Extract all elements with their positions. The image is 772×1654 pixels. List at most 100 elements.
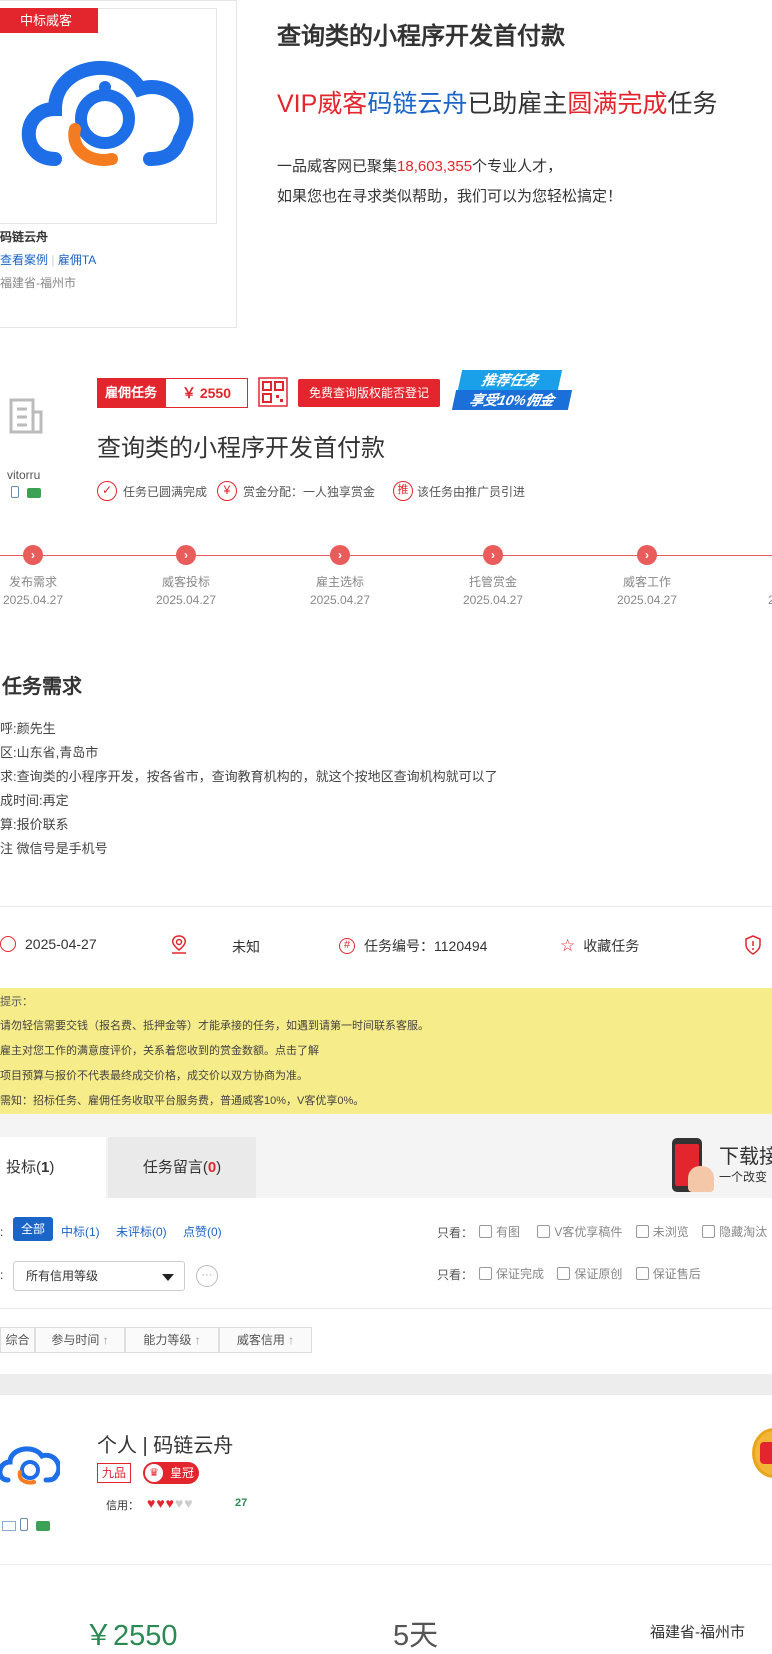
sort-composite[interactable]: 综合 — [0, 1327, 35, 1353]
step-chevron-icon: › — [483, 545, 503, 565]
bid-location: 福建省-福州市 — [650, 1624, 745, 1641]
step-chevron-icon: › — [330, 545, 350, 565]
filter-options-row1: 有图 V客优享稿件 未浏览 隐藏淘汰 — [479, 1223, 767, 1240]
recommend-line2: 享受10%佣金 — [451, 390, 573, 410]
step-chevron-icon: › — [637, 545, 657, 565]
option-unviewed[interactable]: 未浏览 — [635, 1225, 689, 1239]
download-title[interactable]: 下载接 — [719, 1140, 772, 1169]
check-circle-icon: ✓ — [97, 481, 117, 501]
hire-link[interactable]: 雇佣TA — [58, 253, 96, 267]
filter-all[interactable]: 全部 — [13, 1217, 53, 1241]
tab-bids-close: ) — [49, 1159, 55, 1176]
sort-ability[interactable]: 能力等级 ↑ — [125, 1327, 219, 1353]
filter-unrated[interactable]: 未评标(0) — [116, 1223, 167, 1240]
heart-icon: ♥ — [165, 1495, 175, 1511]
winner-logo[interactable] — [0, 8, 217, 224]
step-overflow: 2 — [768, 593, 772, 607]
filter-liked[interactable]: 点赞(0) — [183, 1223, 222, 1240]
step-label: 威客工作 — [622, 575, 671, 589]
bidder-name[interactable]: 个人 | 码链云舟 — [97, 1429, 233, 1458]
task-title: 查询类的小程序开发首付款 — [97, 435, 385, 462]
winner-badge: 中标威客 — [0, 8, 98, 33]
notice-line[interactable]: 雇主对您工作的满意度评价，关系着您收到的赏金数额。点击了解 — [0, 1042, 319, 1058]
option-has-image[interactable]: 有图 — [479, 1225, 520, 1239]
shield-icon[interactable] — [744, 935, 762, 960]
sort-credit-label: 威客信用 — [236, 1333, 285, 1347]
copyright-query-button[interactable]: 免费查询版权能否登记 — [298, 379, 440, 407]
option-guarantee-complete[interactable]: 保证完成 — [479, 1267, 544, 1281]
task-status-row: ✓ 任务已圆满完成 ¥ 赏金分配：一人独享赏金 推 该任务由推广员引进 — [97, 481, 525, 501]
favorite-task-button[interactable]: ☆ 收藏任务 — [560, 936, 639, 956]
sort-join-time-label: 参与时间 — [51, 1333, 100, 1347]
credit-select-value: 所有信用等级 — [26, 1269, 99, 1283]
cloud-logo-icon — [21, 61, 194, 166]
promo-name[interactable]: 码链云舟 — [367, 90, 467, 118]
tab-comments[interactable]: 任务留言(0) — [108, 1137, 256, 1198]
phone-verify-icon — [20, 1518, 28, 1531]
meta-task-no-block: # 任务编号：1120494 — [339, 936, 487, 956]
bidder-verify-icons — [2, 1518, 50, 1536]
more-icon[interactable]: ··· — [196, 1265, 218, 1287]
caret-down-icon — [162, 1274, 174, 1281]
promo-stat-prefix: 一品威客网已聚集 — [277, 158, 398, 175]
option-hide-eliminated[interactable]: 隐藏淘汰 — [702, 1225, 767, 1239]
notice-line: 项目预算与报价不代表最终成交价格，成交价以双方协商为准。 — [0, 1070, 308, 1082]
download-subtitle: 一个改变 — [719, 1170, 768, 1184]
task-amount: ￥ 2550 — [165, 378, 248, 408]
meta-date-block: 2025-04-27 — [0, 936, 97, 952]
tab-comments-close: ) — [216, 1159, 222, 1176]
requirement-line: 求:查询类的小程序开发，按各省市，查询教育机构的，就这个按地区查询机构就可以了 — [0, 769, 498, 784]
mobile-app-icon[interactable] — [664, 1136, 716, 1198]
heart-icon: ♥ — [147, 1495, 157, 1511]
requirement-line: 成时间:再定 — [0, 793, 69, 808]
card-verify-icon — [27, 488, 41, 498]
promo-task: 任务 — [667, 90, 718, 118]
requirements-heading: 任务需求 — [2, 676, 82, 698]
arrow-up-icon: ↑ — [288, 1333, 295, 1347]
option-vip-works[interactable]: V客优享稿件 — [537, 1225, 622, 1239]
divider — [0, 1308, 772, 1309]
divider — [0, 1564, 772, 1565]
divider — [0, 906, 772, 907]
tab-bids[interactable]: 投标(1) — [0, 1137, 106, 1198]
step-date: 2025.04.27 — [2, 593, 64, 607]
step-date: 2025.04.27 — [309, 593, 371, 607]
promo-stat-line2: 如果您也在寻求类似帮助，我们可以为您轻松搞定！ — [277, 188, 623, 205]
filter-options-row2: 保证完成 保证原创 保证售后 — [479, 1265, 701, 1282]
promo-wk: 威客 — [317, 90, 368, 118]
reward-distribution: 赏金分配：一人独享赏金 — [243, 484, 376, 499]
credit-label: 信用： — [106, 1500, 139, 1512]
crown-icon: ♛ — [145, 1464, 163, 1482]
qrcode-icon[interactable] — [258, 377, 288, 412]
sort-credit[interactable]: 威客信用 ↑ — [219, 1327, 312, 1353]
view-cases-link[interactable]: 查看案例 — [0, 253, 48, 267]
requirement-line: 算:报价联系 — [0, 817, 69, 832]
heart-icon: ♥ — [184, 1495, 194, 1511]
sort-join-time[interactable]: 参与时间 ↑ — [35, 1327, 125, 1353]
step-label: 发布需求 — [8, 575, 57, 589]
credit-score: 27 — [235, 1497, 248, 1509]
requirement-line: 呼:颜先生 — [0, 721, 56, 736]
option-guarantee-original[interactable]: 保证原创 — [557, 1267, 622, 1281]
heart-icon: ♥ — [156, 1495, 166, 1511]
card-verify-icon — [36, 1521, 50, 1531]
medal-icon — [752, 1428, 772, 1490]
star-icon: ☆ — [560, 936, 576, 955]
status-completed: 任务已圆满完成 — [123, 484, 208, 499]
filter-won[interactable]: 中标(1) — [61, 1223, 100, 1240]
credit-level-select[interactable]: 所有信用等级 — [13, 1261, 185, 1291]
employer-name[interactable]: vitorru — [7, 468, 40, 482]
step-label: 雇主选标 — [315, 575, 364, 589]
employer-verify-icons — [11, 485, 41, 503]
winner-links: 查看案例 | 雇佣TA — [0, 251, 96, 268]
id-verify-icon — [2, 1521, 16, 1531]
recommend-task-banner[interactable]: 推荐任务 享受10%佣金 — [451, 370, 573, 410]
requirement-line: 注 微信号是手机号 — [0, 841, 108, 856]
task-type-label: 雇佣任务 — [97, 378, 165, 408]
promo-vip: VIP — [277, 90, 318, 118]
option-guarantee-aftersale[interactable]: 保证售后 — [635, 1267, 701, 1281]
only-view-label-1: 只看： — [437, 1226, 474, 1240]
phone-verify-icon — [11, 486, 19, 498]
step-date: 2025.04.27 — [155, 593, 217, 607]
bidder-avatar[interactable] — [0, 1440, 62, 1495]
